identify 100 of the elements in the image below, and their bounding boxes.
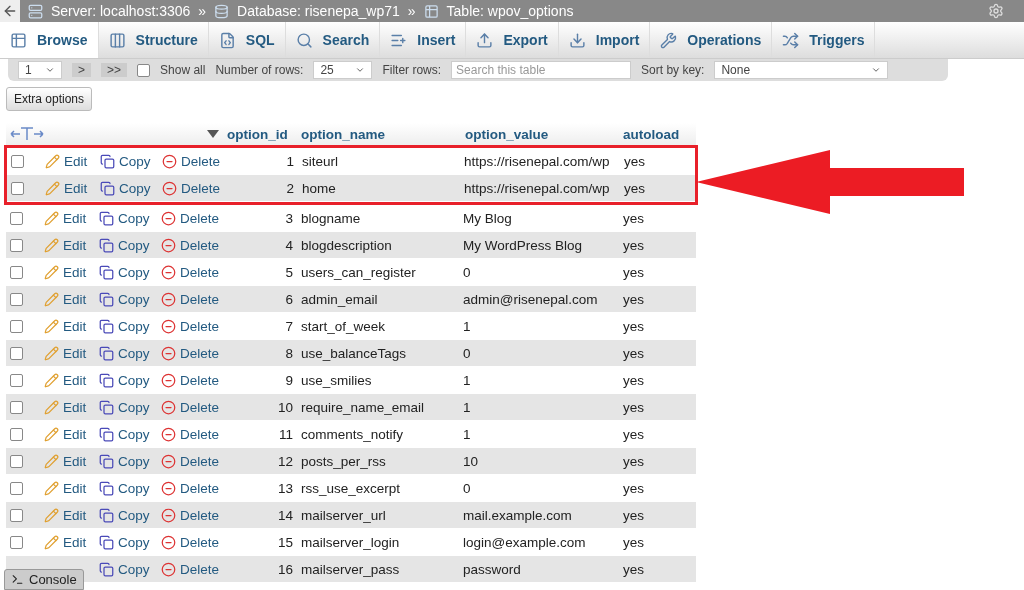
delete-icon xyxy=(161,426,176,442)
next-button[interactable]: > xyxy=(72,63,91,77)
breadcrumb-link[interactable]: Server: localhost:3306 xyxy=(51,3,191,19)
copy-link[interactable]: Copy xyxy=(99,318,150,334)
table-cell: 9 xyxy=(285,372,293,388)
copy-link[interactable]: Copy xyxy=(99,372,150,388)
table-cell: 13 xyxy=(277,480,293,496)
delete-link[interactable]: Delete xyxy=(161,345,220,361)
edit-link[interactable]: Edit xyxy=(45,153,88,169)
column-header[interactable]: option_id xyxy=(227,126,288,142)
edit-link[interactable]: Edit xyxy=(44,237,87,253)
next-button[interactable]: >> xyxy=(101,63,128,77)
row-checkbox[interactable] xyxy=(10,373,23,387)
copy-link[interactable]: Copy xyxy=(99,453,150,469)
row-checkbox[interactable] xyxy=(10,292,23,306)
edit-link[interactable]: Edit xyxy=(44,372,87,388)
delete-link[interactable]: Delete xyxy=(161,561,220,577)
row-checkbox[interactable] xyxy=(11,181,24,195)
row-checkbox[interactable] xyxy=(10,454,23,468)
table-cell: siteurl xyxy=(302,153,338,169)
delete-link[interactable]: Delete xyxy=(161,264,220,280)
copy-link[interactable]: Copy xyxy=(99,426,150,442)
row-checkbox[interactable] xyxy=(10,508,23,522)
filter-label: Filter rows: xyxy=(382,63,442,77)
console-icon xyxy=(11,573,24,586)
edit-link[interactable]: Edit xyxy=(44,264,87,280)
table-cell: 0 xyxy=(463,345,471,361)
row-checkbox[interactable] xyxy=(10,400,23,414)
copy-icon xyxy=(99,264,114,280)
breadcrumb-link[interactable]: Database: risenepa_wp71 xyxy=(237,3,400,19)
back-button[interactable] xyxy=(0,0,20,22)
table-cell: 1 xyxy=(463,426,471,442)
row-checkbox[interactable] xyxy=(10,319,23,333)
copy-link[interactable]: Copy xyxy=(99,291,150,307)
table-cell: use_smilies xyxy=(301,372,372,388)
row-checkbox[interactable] xyxy=(10,346,23,360)
delete-link[interactable]: Delete xyxy=(162,153,221,169)
extra-options-button[interactable]: Extra options xyxy=(6,87,93,111)
copy-link[interactable]: Copy xyxy=(99,210,150,226)
copy-link[interactable]: Copy xyxy=(99,264,150,280)
edit-link[interactable]: Edit xyxy=(44,534,87,550)
delete-link[interactable]: Delete xyxy=(161,237,220,253)
column-header[interactable]: option_name xyxy=(301,126,385,142)
table-cell: login@example.com xyxy=(463,534,586,550)
delete-link[interactable]: Delete xyxy=(161,291,220,307)
rows-select[interactable]: 25 xyxy=(313,61,373,79)
table-cell: blogname xyxy=(301,210,361,226)
sort-icon[interactable] xyxy=(207,130,219,138)
row-checkbox[interactable] xyxy=(10,427,23,441)
delete-link[interactable]: Delete xyxy=(161,372,220,388)
copy-link[interactable]: Copy xyxy=(99,534,150,550)
row-checkbox[interactable] xyxy=(10,481,23,495)
delete-link[interactable]: Delete xyxy=(161,534,220,550)
table-cell: yes xyxy=(623,345,644,361)
delete-link[interactable]: Delete xyxy=(161,453,220,469)
edit-link[interactable]: Edit xyxy=(45,180,88,196)
edit-link[interactable]: Edit xyxy=(44,318,87,334)
delete-link[interactable]: Delete xyxy=(161,426,220,442)
edit-link[interactable]: Edit xyxy=(44,399,87,415)
console-button[interactable]: Console xyxy=(4,569,84,590)
edit-link[interactable]: Edit xyxy=(44,291,87,307)
edit-link[interactable]: Edit xyxy=(44,426,87,442)
row-checkbox[interactable] xyxy=(10,535,23,549)
column-header[interactable]: autoload xyxy=(623,126,680,142)
copy-link[interactable]: Copy xyxy=(99,399,150,415)
edit-link[interactable]: Edit xyxy=(44,480,87,496)
breadcrumb-link[interactable]: Table: wpov_options xyxy=(446,3,574,19)
row-checkbox[interactable] xyxy=(10,238,23,252)
table-cell: users_can_register xyxy=(301,264,416,280)
copy-link[interactable]: Copy xyxy=(99,345,150,361)
pencil-icon xyxy=(44,534,59,550)
delete-link[interactable]: Delete xyxy=(161,480,220,496)
column-arrows-icon[interactable] xyxy=(10,127,44,141)
copy-link[interactable]: Copy xyxy=(100,180,151,196)
delete-link[interactable]: Delete xyxy=(161,318,220,334)
copy-link[interactable]: Copy xyxy=(99,480,150,496)
copy-link[interactable]: Copy xyxy=(100,153,151,169)
delete-link[interactable]: Delete xyxy=(161,210,220,226)
table-cell: mailserver_pass xyxy=(301,561,400,577)
row-checkbox[interactable] xyxy=(11,154,24,168)
delete-link[interactable]: Delete xyxy=(162,180,221,196)
show-all-checkbox[interactable] xyxy=(137,63,151,77)
edit-link[interactable]: Edit xyxy=(44,345,87,361)
copy-icon xyxy=(100,153,115,169)
copy-link[interactable]: Copy xyxy=(99,507,150,523)
edit-link[interactable]: Edit xyxy=(44,453,87,469)
row-checkbox[interactable] xyxy=(10,265,23,279)
settings-icon[interactable] xyxy=(988,3,1004,19)
edit-link[interactable]: Edit xyxy=(44,507,87,523)
column-header[interactable]: option_value xyxy=(465,126,549,142)
copy-link[interactable]: Copy xyxy=(99,561,150,577)
pencil-icon xyxy=(44,372,59,388)
copy-link[interactable]: Copy xyxy=(99,237,150,253)
tab[interactable]: Browse xyxy=(0,22,99,58)
sort-select[interactable]: None xyxy=(714,61,889,79)
edit-link[interactable]: Edit xyxy=(44,210,87,226)
delete-link[interactable]: Delete xyxy=(161,399,220,415)
delete-link[interactable]: Delete xyxy=(161,507,220,523)
row-checkbox[interactable] xyxy=(10,211,23,225)
page-select[interactable]: 1 xyxy=(18,61,62,79)
